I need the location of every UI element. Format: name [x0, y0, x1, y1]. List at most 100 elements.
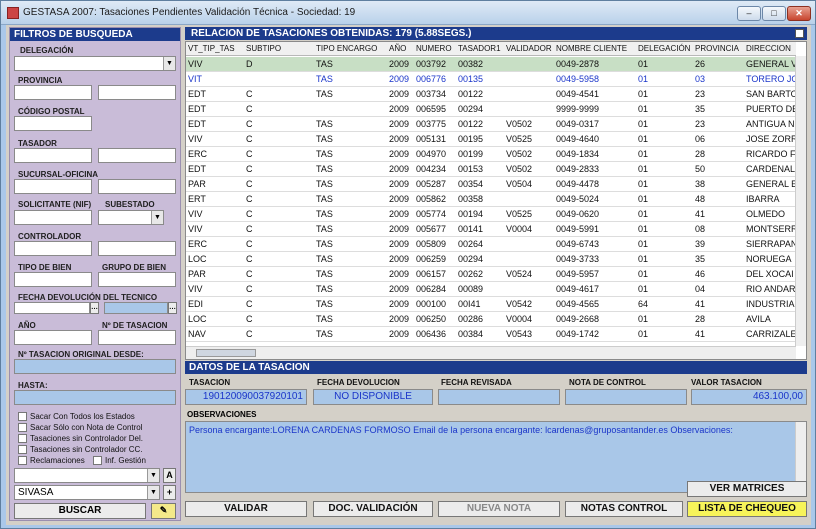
sivasa-select[interactable]: SIVASA ▼	[14, 485, 160, 500]
chevron-down-icon[interactable]: ▼	[147, 469, 159, 482]
table-cell: TAS	[316, 149, 333, 159]
controlador-input-2[interactable]	[98, 241, 176, 256]
column-header[interactable]: AÑO	[389, 44, 406, 53]
panel-toggle-checkbox[interactable]	[795, 29, 804, 38]
ver-matrices-button[interactable]: VER MATRICES	[687, 481, 807, 497]
column-header[interactable]: VT_TIP_TAS	[188, 44, 235, 53]
table-cell: DEL XOCAI	[746, 269, 794, 279]
table-row[interactable]: VIV C TAS 2009 005677 00141 V0004 0049-5991 01 08…	[186, 222, 796, 237]
codigo-postal-input[interactable]	[14, 116, 92, 131]
table-row[interactable]: VIV C TAS 2009 006284 00089 0049-4617 01 04 RIO A…	[186, 282, 796, 297]
fecha-desde-input[interactable]	[14, 302, 90, 314]
table-row[interactable]: EDT C 2009 006595 00294 9999-9999 01 35 PUERTO D…	[186, 102, 796, 117]
checkbox-label: Inf. Gestión	[105, 456, 146, 465]
plus-button[interactable]: +	[163, 485, 176, 500]
tasador-input-2[interactable]	[98, 148, 176, 163]
pencil-icon[interactable]: ✎	[151, 503, 176, 519]
table-row[interactable]: ERC C TAS 2009 005809 00264 0049-6743 01 39 SIERR…	[186, 237, 796, 252]
tasador-label: TASADOR	[18, 139, 57, 148]
tasador-input-1[interactable]	[14, 148, 92, 163]
table-row[interactable]: NAV C TAS 2009 006436 00384 V0543 0049-1742 01 41…	[186, 327, 796, 342]
buscar-button[interactable]: BUSCAR	[14, 503, 146, 519]
table-cell: AVILA	[746, 314, 771, 324]
delegacion-select[interactable]: ▼	[14, 56, 176, 71]
table-row[interactable]: PAR C TAS 2009 005287 00354 V0504 0049-4478 01 38…	[186, 177, 796, 192]
num-tasacion-input[interactable]	[98, 330, 176, 345]
column-header[interactable]: DIRECCION	[746, 44, 791, 53]
table-cell: 005287	[416, 179, 447, 189]
checkbox-sin-controlador-del[interactable]	[18, 434, 27, 443]
a-button[interactable]: A	[163, 468, 176, 483]
sucursal-input-2[interactable]	[98, 179, 176, 194]
num-original-input[interactable]	[14, 359, 176, 374]
controlador-input-1[interactable]	[14, 241, 92, 256]
column-header[interactable]: DELEGACIÓN	[638, 44, 690, 53]
checkbox-reclamaciones[interactable]	[18, 456, 27, 465]
table-cell: 01	[638, 179, 649, 189]
table-cell: 28	[695, 314, 706, 324]
table-row[interactable]: ERT C TAS 2009 005862 00358 0049-5024 01 48 IBARR…	[186, 192, 796, 207]
column-header[interactable]: NUMERO	[416, 44, 452, 53]
table-row[interactable]: VIV D TAS 2009 003792 00382 0049-2878 01 26 GENER…	[186, 57, 796, 72]
vertical-scrollbar[interactable]	[795, 56, 806, 346]
table-cell: TAS	[316, 209, 333, 219]
column-header[interactable]: NOMBRE CLIENTE	[556, 44, 627, 53]
column-header[interactable]: TASADOR1	[458, 44, 501, 53]
table-cell: C	[246, 209, 253, 219]
doc-validacion-button[interactable]: DOC. VALIDACIÓN	[313, 501, 433, 517]
table-cell: ANTIGUA N	[746, 119, 795, 129]
checkbox-todos-estados[interactable]	[18, 412, 27, 421]
table-cell: C	[246, 314, 253, 324]
maximize-icon[interactable]: □	[762, 6, 786, 21]
table-row[interactable]: ERC C TAS 2009 004970 00199 V0502 0049-1834 01 28…	[186, 147, 796, 162]
table-row[interactable]: VIV C TAS 2009 005774 00194 V0525 0049-0620 01 41…	[186, 207, 796, 222]
table-cell: NORUEGA	[746, 254, 792, 264]
fecha-hasta-input[interactable]	[104, 302, 168, 314]
checkbox-sin-controlador-cc[interactable]	[18, 445, 27, 454]
table-cell: TAS	[316, 224, 333, 234]
calendar-icon[interactable]: …	[90, 302, 99, 314]
table-cell: V0004	[506, 224, 533, 234]
chevron-down-icon[interactable]: ▼	[151, 211, 163, 224]
extra-select[interactable]: ▼	[14, 468, 160, 483]
column-header[interactable]: TIPO ENCARGO	[316, 44, 377, 53]
close-icon[interactable]: ✕	[787, 6, 811, 21]
checkbox-label: Tasaciones sin Controlador CC.	[30, 445, 143, 454]
horizontal-scrollbar[interactable]	[186, 346, 796, 359]
column-header[interactable]: VALIDADOR	[506, 44, 552, 53]
table-row[interactable]: EDT C TAS 2009 004234 00153 V0502 0049-2833 01 50…	[186, 162, 796, 177]
checkbox-nota-control[interactable]	[18, 423, 27, 432]
fecha-revisada-value	[438, 389, 560, 405]
validar-button[interactable]: VALIDAR	[185, 501, 307, 517]
tasaciones-grid[interactable]: VT_TIP_TAS SUBTIPO TIPO ENCARGO AÑO NUMERO TA…	[185, 41, 807, 360]
table-cell: 003734	[416, 89, 447, 99]
sucursal-input-1[interactable]	[14, 179, 92, 194]
provincia-input-1[interactable]	[14, 85, 92, 100]
tipo-bien-input[interactable]	[14, 272, 92, 287]
anio-input[interactable]	[14, 330, 92, 345]
column-header[interactable]: PROVINCIA	[695, 44, 739, 53]
table-row[interactable]: LOC C TAS 2009 006259 00294 0049-3733 01 35 NORUE…	[186, 252, 796, 267]
nueva-nota-button[interactable]: NUEVA NOTA	[438, 501, 560, 517]
table-row[interactable]: EDI C TAS 2009 000100 00I41 V0542 0049-4565 64 41…	[186, 297, 796, 312]
table-row[interactable]: LOC C TAS 2009 006250 00286 V0004 0049-2668 01 28…	[186, 312, 796, 327]
column-header[interactable]: SUBTIPO	[246, 44, 281, 53]
table-row[interactable]: VIV C TAS 2009 005131 00195 V0525 0049-4640 01 06…	[186, 132, 796, 147]
table-row[interactable]: EDT C TAS 2009 003734 00122 0049-4541 01 23 SAN B…	[186, 87, 796, 102]
provincia-input-2[interactable]	[98, 85, 176, 100]
grupo-bien-input[interactable]	[98, 272, 176, 287]
hasta-input[interactable]	[14, 390, 176, 405]
table-row[interactable]: EDT C TAS 2009 003775 00122 V0502 0049-0317 01 23…	[186, 117, 796, 132]
notas-control-button[interactable]: NOTAS CONTROL	[565, 501, 683, 517]
lista-chequeo-button[interactable]: LISTA DE CHEQUEO	[687, 501, 807, 517]
solicitante-input[interactable]	[14, 210, 92, 225]
calendar-icon[interactable]: …	[168, 302, 177, 314]
table-row[interactable]: VIT TAS 2009 006776 00135 0049-5958 01 03 TORERO…	[186, 72, 796, 87]
minimize-icon[interactable]: ‒	[737, 6, 761, 21]
chevron-down-icon[interactable]: ▼	[163, 57, 175, 70]
chevron-down-icon[interactable]: ▼	[147, 486, 159, 499]
scroll-thumb[interactable]	[196, 349, 256, 357]
subestado-select[interactable]: ▼	[98, 210, 164, 225]
checkbox-inf-gestion[interactable]	[93, 456, 102, 465]
table-row[interactable]: PAR C TAS 2009 006157 00262 V0524 0049-5957 01 46…	[186, 267, 796, 282]
